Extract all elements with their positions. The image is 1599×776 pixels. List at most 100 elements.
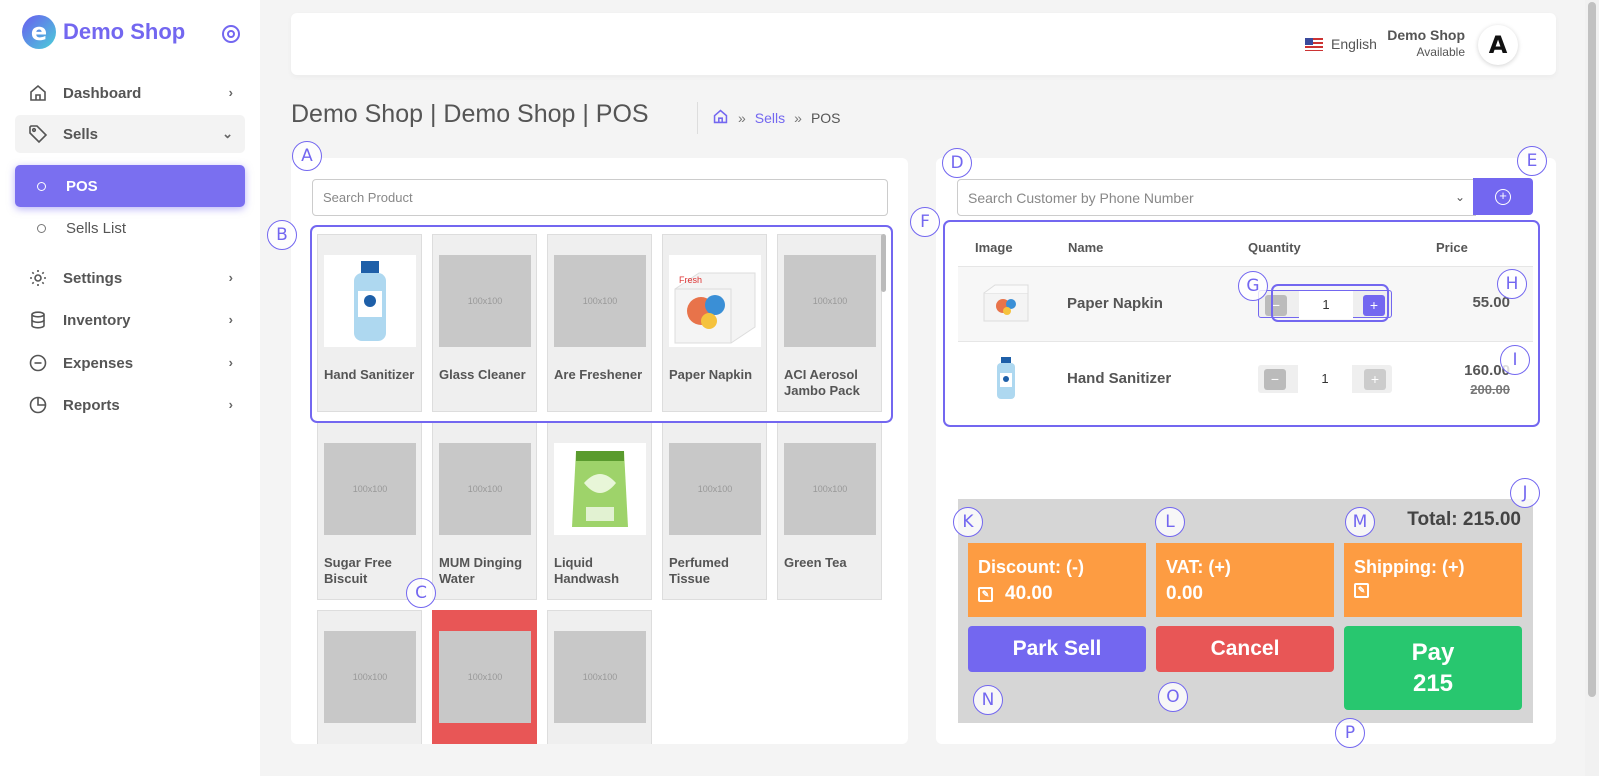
page-scrollbar[interactable] [1585,0,1599,776]
user-name[interactable]: Demo Shop [1381,27,1465,44]
circle-icon [37,181,46,191]
pay-button[interactable]: Pay 215 [1344,626,1522,710]
sidebar-item-reports[interactable]: Reports › [15,386,245,424]
decrease-quantity-button[interactable]: − [1265,295,1287,316]
sidebar-item-dashboard[interactable]: Dashboard › [15,74,245,112]
chevron-down-icon: ⌄ [1454,190,1465,204]
breadcrumb-separator: » [738,110,746,126]
order-total: Total: 215.00 [1407,509,1521,531]
product-card[interactable]: 100x100 [317,610,422,744]
increase-quantity-button[interactable]: + [1364,369,1386,390]
edit-icon[interactable]: ✎ [1354,583,1369,598]
avatar[interactable]: A [1478,25,1518,65]
discount-label: Discount: (-) [978,557,1084,577]
brand-logo: e [22,15,56,49]
product-card[interactable]: 100x100 ACI Aerosol Jambo Pack [777,234,882,412]
product-image-hand-sanitizer [324,255,416,347]
brand[interactable]: e Demo Shop [22,15,185,49]
product-card[interactable]: Hand Sanitizer [317,234,422,412]
column-header-name: Name [1068,240,1104,255]
product-name: MUM Dinging Water [439,555,523,586]
discount-value: 40.00 [1005,583,1053,604]
quantity-value[interactable]: 1 [1298,365,1352,393]
park-sell-button[interactable]: Park Sell [968,626,1146,672]
quantity-stepper[interactable]: − 1 + [1258,290,1392,319]
cart-item-name: Paper Napkin [1067,295,1163,312]
product-name: Sugar Free Biscuit [324,555,392,586]
customer-search-placeholder: Search Customer by Phone Number [968,189,1194,206]
discount-box[interactable]: Discount: (-) ✎ 40.00 [968,543,1146,617]
placeholder-image: 100x100 [784,255,876,347]
sidebar: e Demo Shop Dashboard › Sells ⌄ POS Sell… [0,0,260,776]
product-card[interactable]: 100x100 Green Tea [777,422,882,600]
product-name: Liquid Handwash [554,555,620,586]
decrease-quantity-button[interactable]: − [1264,369,1286,390]
sidebar-subitem-pos[interactable]: POS [15,165,245,207]
quantity-stepper[interactable]: − 1 + [1258,365,1392,393]
sidebar-toggle-icon[interactable] [222,25,240,43]
cancel-button[interactable]: Cancel [1156,626,1334,672]
breadcrumb-link-sells[interactable]: Sells [755,110,785,126]
home-icon[interactable] [712,108,729,128]
top-header: English Demo Shop Available A [291,13,1556,75]
tag-icon [28,124,48,144]
sidebar-item-inventory[interactable]: Inventory › [15,301,245,339]
product-card[interactable]: Fresh Paper Napkin [662,234,767,412]
product-grid-scrollbar[interactable] [881,234,886,292]
sidebar-item-settings[interactable]: Settings › [15,259,245,297]
cart-table-header: Image Name Quantity Price [958,228,1533,266]
product-name: Hand Sanitizer [324,367,415,382]
sidebar-subitem-sells-list[interactable]: Sells List [15,207,245,249]
sidebar-item-label: Sells [63,125,99,143]
sidebar-item-label: Reports [63,396,120,414]
product-name: Are Freshener [554,367,643,382]
brand-name: Demo Shop [63,19,186,44]
vat-box[interactable]: VAT: (+) 0.00 [1156,543,1334,617]
vat-label: VAT: (+) [1166,557,1231,577]
product-card[interactable]: 100x100 [547,610,652,744]
column-header-quantity: Quantity [1248,240,1301,255]
product-image-hand-sanitizer [981,353,1031,403]
placeholder-image: 100x100 [439,255,531,347]
gear-icon [28,268,48,288]
annotation-marker-o: O [1158,682,1188,712]
sidebar-item-label: Settings [63,269,123,287]
annotation-marker-d: D [942,148,972,178]
language-label: English [1331,36,1377,52]
product-name: Paper Napkin [669,367,753,382]
placeholder-image: 100x100 [439,631,531,723]
annotation-marker-i: I [1500,345,1530,375]
quantity-value[interactable]: 1 [1299,291,1353,319]
product-card[interactable]: 100x100 Are Freshener [547,234,652,412]
product-card[interactable]: Liquid Handwash [547,422,652,600]
annotation-marker-p: P [1335,718,1365,748]
edit-icon[interactable]: ✎ [978,586,993,602]
annotation-marker-k: K [953,507,983,537]
shipping-label: Shipping: (+) [1354,557,1465,577]
total-label: Total: [1407,509,1458,530]
product-card[interactable]: 100x100 MUM Dinging Water [432,422,537,600]
customer-search-select[interactable]: Search Customer by Phone Number ⌄ [957,179,1476,216]
product-card[interactable]: 100x100 [432,610,537,744]
product-name: Green Tea [784,555,847,570]
placeholder-image: 100x100 [669,443,761,535]
shipping-box[interactable]: Shipping: (+) ✎ [1344,543,1522,617]
annotation-marker-f: F [910,207,940,237]
cart-item-name: Hand Sanitizer [1067,370,1172,387]
language-selector[interactable]: English [1305,36,1377,52]
user-status: Available [1416,45,1465,59]
pay-amount: 215 [1412,670,1454,697]
database-icon [28,310,48,330]
sidebar-item-sells[interactable]: Sells ⌄ [15,115,245,153]
sidebar-item-expenses[interactable]: Expenses › [15,344,245,382]
chevron-down-icon: ⌄ [222,126,233,141]
add-customer-button[interactable]: + [1473,178,1533,215]
breadcrumb-current: POS [810,110,841,126]
increase-quantity-button[interactable]: + [1363,295,1385,316]
product-card[interactable]: 100x100 Perfumed Tissue [662,422,767,600]
annotation-marker-e: E [1517,146,1547,176]
product-card[interactable]: 100x100 Glass Cleaner [432,234,537,412]
product-card[interactable]: 100x100 Sugar Free Biscuit [317,422,422,600]
page-title: Demo Shop | Demo Shop | POS [291,100,649,128]
search-product-input[interactable] [312,179,888,216]
